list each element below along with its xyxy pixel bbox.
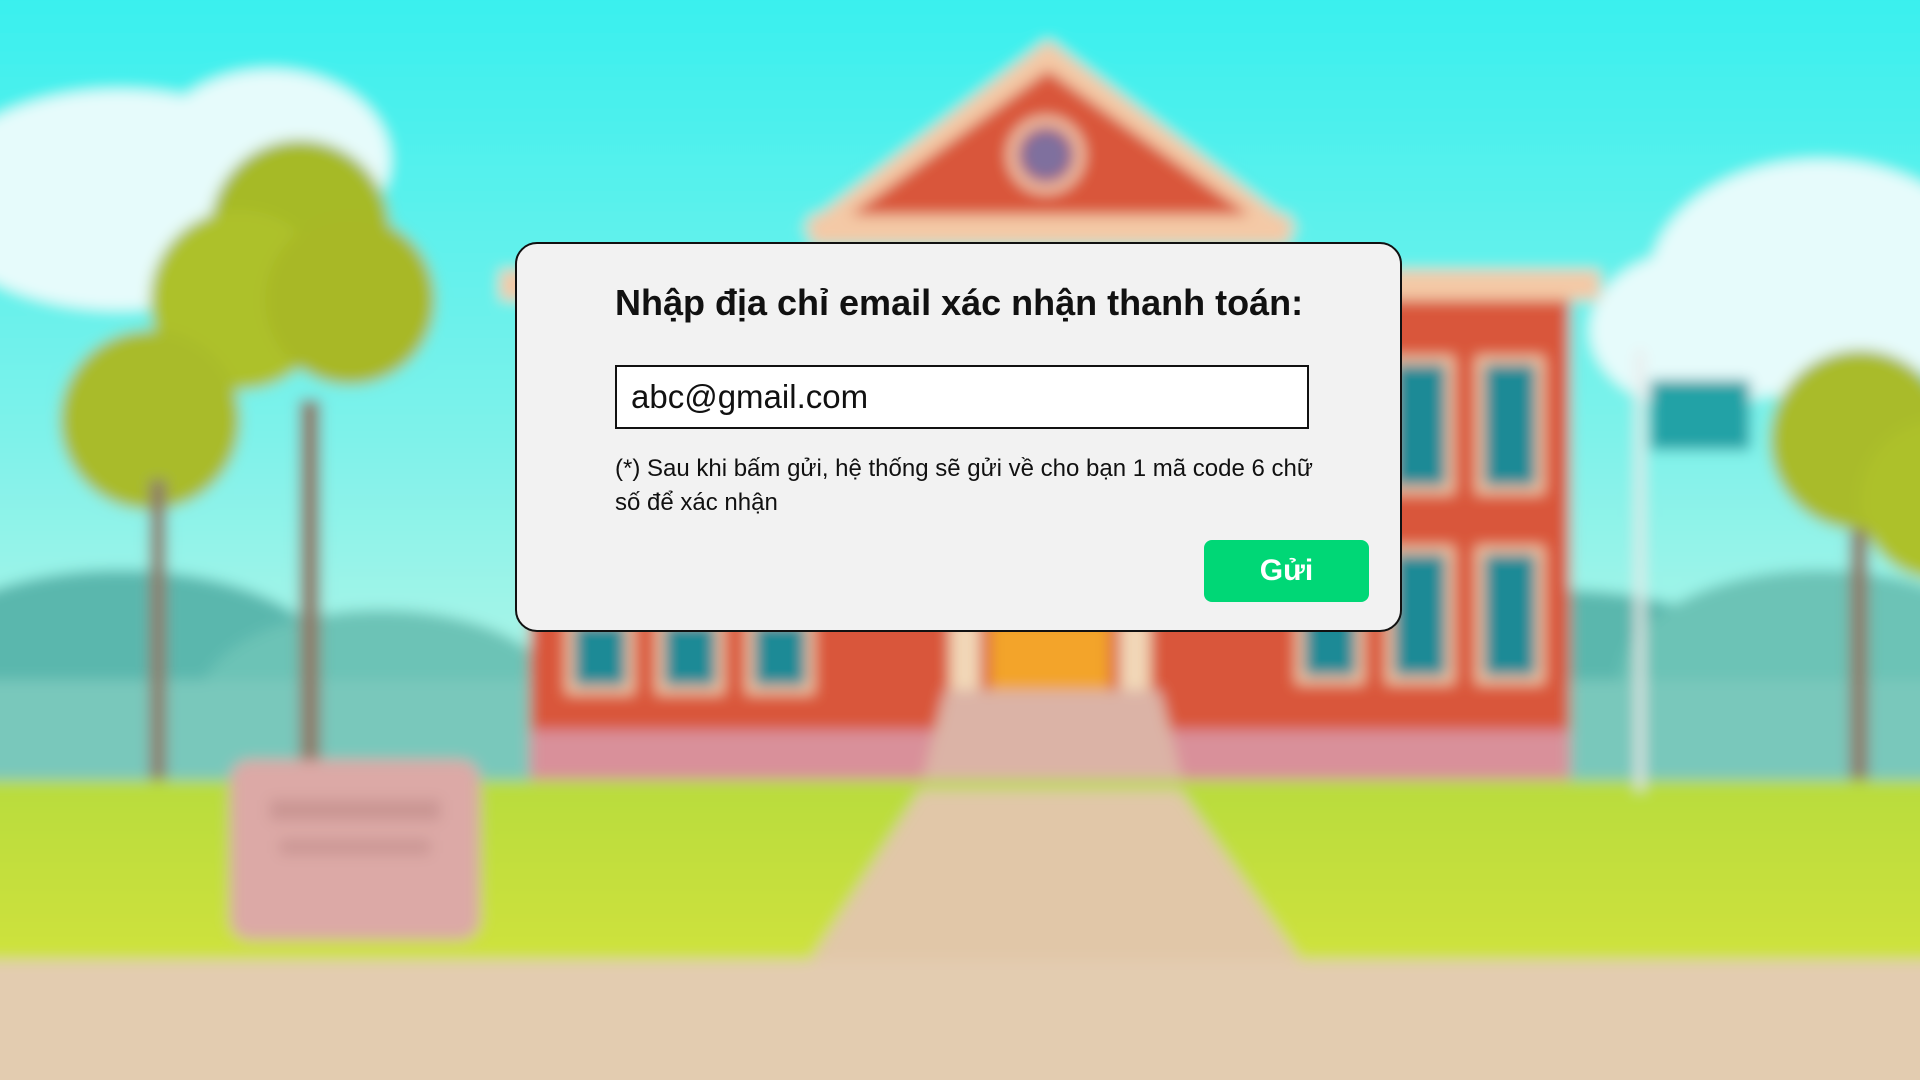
verification-hint: (*) Sau khi bấm gửi, hệ thống sẽ gửi về … (615, 455, 1313, 516)
email-field[interactable] (615, 365, 1309, 429)
send-button[interactable]: Gửi (1204, 540, 1369, 602)
dialog-title: Nhập địa chỉ email xác nhận thanh toán: (615, 282, 1304, 323)
email-confirmation-dialog: Nhập địa chỉ email xác nhận thanh toán: … (515, 242, 1402, 632)
